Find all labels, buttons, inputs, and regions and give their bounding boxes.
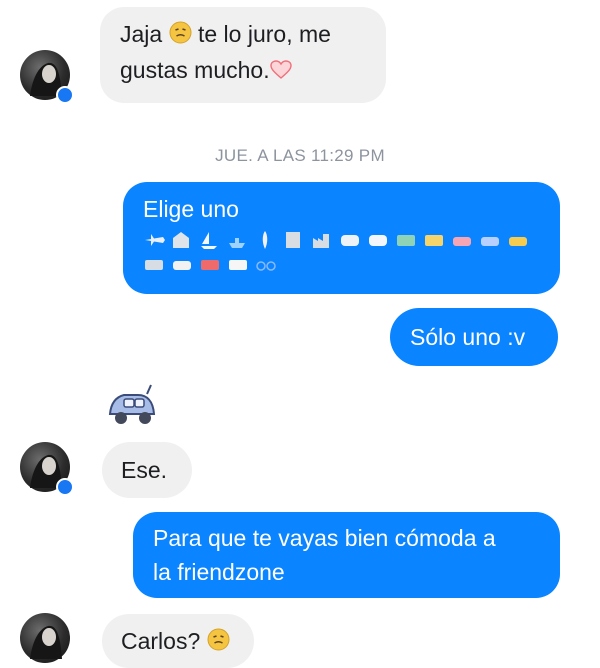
message-text: Carlos? [121, 628, 201, 654]
truck-icon [145, 260, 163, 270]
fire-engine-icon [201, 260, 219, 270]
contact-avatar[interactable] [20, 50, 74, 104]
vehicle-emoji-strip [145, 231, 527, 249]
incoming-message-bubble: Jaja te lo juro, me gustas mucho. [100, 7, 386, 103]
car-icon [173, 261, 191, 270]
vehicle-emoji-row [143, 230, 540, 250]
messenger-badge-icon [56, 478, 74, 496]
unamused-face-icon [207, 626, 230, 660]
vehicle-emoji-strip-2 [145, 260, 276, 271]
train-icon [341, 235, 359, 246]
message-text: Sólo uno :v [410, 324, 526, 350]
message-text: Ese. [121, 457, 168, 483]
car-icon [453, 237, 471, 246]
contact-avatar[interactable] [20, 613, 70, 663]
vehicle-emoji-row-2 [143, 254, 540, 274]
incoming-message-bubble: Ese. [102, 442, 192, 498]
car-emoji-sticker [104, 383, 160, 431]
unamused-face-icon [169, 19, 192, 53]
car-icon [481, 237, 499, 246]
incoming-message-bubble: Carlos? [102, 614, 254, 668]
rocket-icon [262, 231, 268, 249]
airplane-icon [145, 234, 165, 246]
building-icon [286, 232, 300, 248]
factory-icon [313, 234, 329, 248]
message-timestamp: JUE. A LAS 11:29 PM [215, 146, 385, 165]
outgoing-message-bubble: Sólo uno :v [390, 308, 558, 366]
sailboat-icon [201, 232, 217, 249]
contact-avatar[interactable] [20, 442, 74, 496]
car-icon [108, 384, 156, 424]
outgoing-message-bubble: Para que te vayas bien cómoda a la frien… [133, 512, 560, 598]
outgoing-message-bubble: Elige uno [123, 182, 560, 294]
train-icon [369, 235, 387, 246]
bicycle-icon [256, 261, 276, 271]
taxi-icon [509, 237, 527, 246]
avatar-photo [30, 625, 62, 659]
messenger-badge-icon [56, 86, 74, 104]
van-icon [229, 260, 247, 270]
heart-icon [269, 55, 292, 89]
ship-icon [229, 238, 245, 248]
message-text-line-2: la friendzone [153, 559, 285, 585]
message-text: Elige uno [143, 196, 239, 222]
house-icon [173, 232, 189, 248]
tram-icon [397, 235, 415, 246]
message-text-line-1: Para que te vayas bien cómoda a [153, 525, 496, 551]
bus-icon [425, 235, 443, 246]
